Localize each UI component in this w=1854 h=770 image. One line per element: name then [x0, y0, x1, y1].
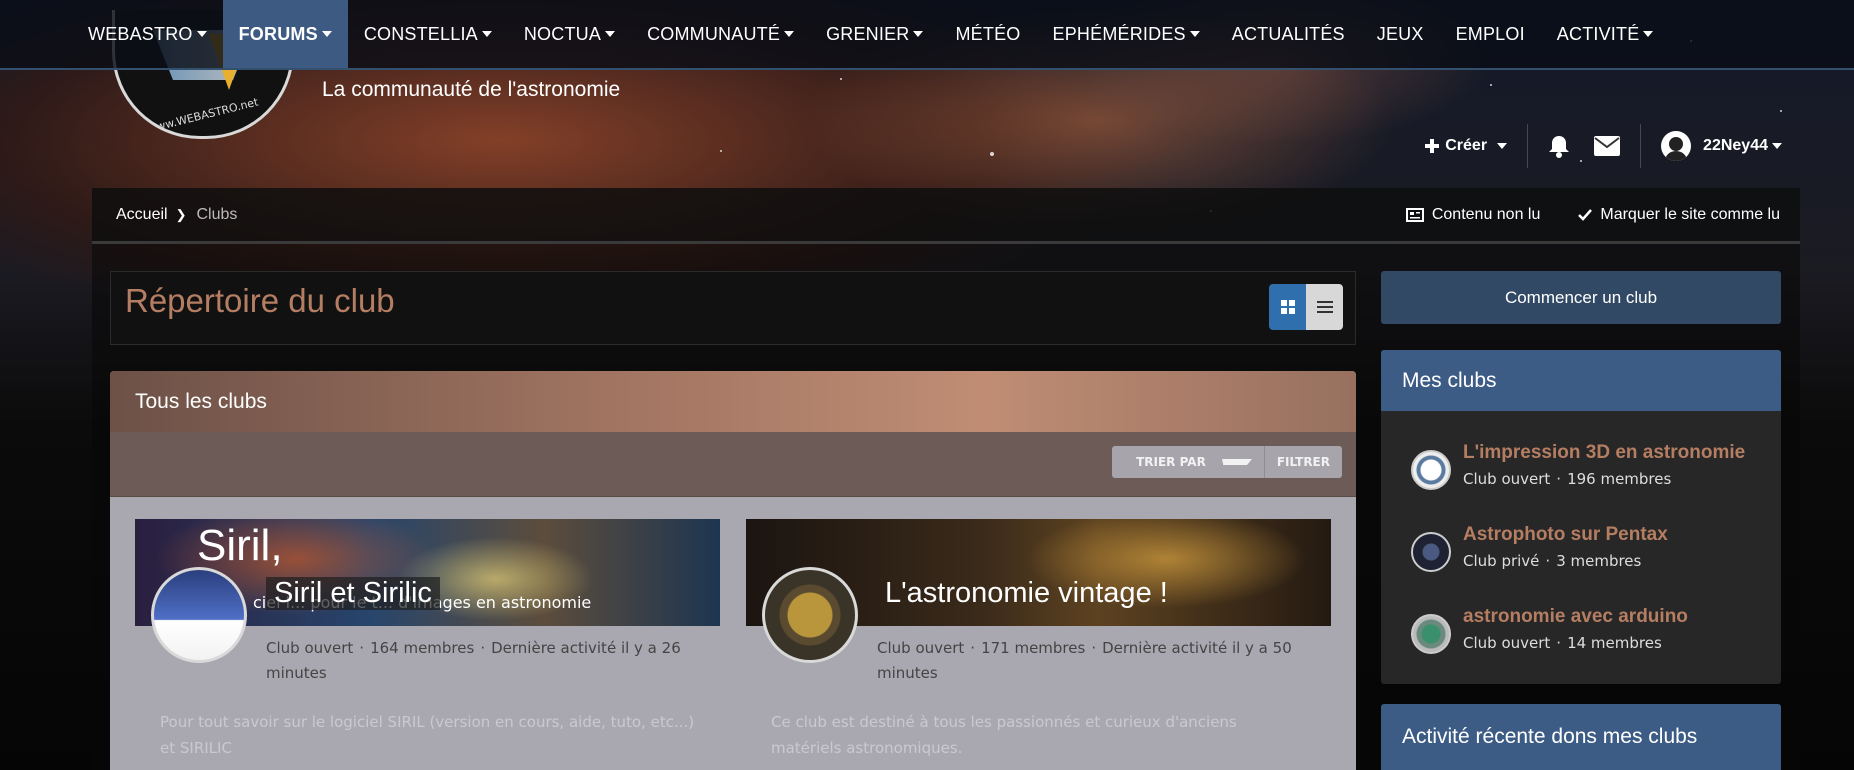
- page-header: Répertoire du club: [110, 271, 1356, 345]
- my-club-item[interactable]: L'impression 3D en astronomie Club ouver…: [1411, 442, 1771, 498]
- club-name-link[interactable]: Astrophoto sur Pentax: [1463, 524, 1668, 546]
- clubs-panel-title: Tous les clubs: [110, 371, 1356, 432]
- divider: [1527, 124, 1529, 168]
- club-avatar[interactable]: [151, 567, 247, 663]
- site-tagline: La communauté de l'astronomie: [322, 78, 621, 101]
- nav-item-jeux[interactable]: JEUX: [1361, 0, 1440, 68]
- caret-down-icon: [913, 31, 924, 37]
- caret-down-icon: [1497, 143, 1508, 149]
- breadcrumb-actions: Contenu non lu Marquer le site comme lu: [1405, 206, 1800, 224]
- club-description: Pour tout savoir sur le logiciel SIRIL (…: [160, 713, 695, 757]
- club-meta: Club ouvert · 196 membres: [1463, 470, 1672, 488]
- list-icon: [1316, 301, 1333, 313]
- club-thumbnail: [1411, 532, 1451, 572]
- mark-site-read-link[interactable]: Marquer le site comme lu: [1578, 206, 1780, 224]
- breadcrumb-home[interactable]: Accueil: [116, 206, 168, 224]
- club-meta: Club ouvert · 171 membres · Dernière activit…: [877, 639, 1292, 682]
- my-club-item[interactable]: Astrophoto sur Pentax Club privé · 3 membr…: [1411, 524, 1771, 580]
- club-card[interactable]: Siril, ciel l... pour le t... d'images e…: [135, 519, 720, 770]
- caret-down-icon: [196, 31, 207, 37]
- nav-item-constellia[interactable]: CONSTELLIA: [348, 0, 508, 68]
- my-clubs-widget: Mes clubs L'impression 3D en astronomie …: [1381, 350, 1781, 684]
- nav-item-emploi[interactable]: EMPLOI: [1440, 0, 1541, 68]
- user-menu[interactable]: 22Ney44: [1661, 131, 1782, 161]
- nav-item-forums[interactable]: FORUMS: [222, 0, 348, 68]
- my-clubs-title: Mes clubs: [1381, 350, 1781, 411]
- envelope-icon[interactable]: [1594, 136, 1621, 156]
- start-club-button[interactable]: Commencer un club: [1381, 271, 1781, 324]
- unread-content-link[interactable]: Contenu non lu: [1405, 206, 1540, 224]
- all-clubs-panel: Tous les clubs TRIER PAR FILTRER Siril, …: [110, 371, 1356, 770]
- user-avatar: [1661, 131, 1692, 161]
- my-club-item[interactable]: astronomie avec arduino Club ouvert · 14 m…: [1411, 606, 1771, 662]
- breadcrumb-current: Clubs: [196, 205, 238, 223]
- recent-activity-title: Activité récente dons mes clubs: [1381, 704, 1781, 770]
- club-name-link[interactable]: astronomie avec arduino: [1463, 606, 1688, 628]
- club-description: Ce club est destiné à tous les passionné…: [771, 713, 1237, 757]
- user-bar: Créer 22Ney44: [1425, 122, 1782, 170]
- divider: [1640, 124, 1642, 168]
- caret-down-icon: [605, 31, 616, 37]
- club-avatar[interactable]: [762, 567, 858, 663]
- sort-filter-group: TRIER PAR FILTRER: [1112, 446, 1342, 478]
- caret-down-icon: [1189, 31, 1200, 37]
- caret-down-icon: [481, 31, 492, 37]
- caret-down-icon: [784, 31, 795, 37]
- list-view-button[interactable]: [1306, 284, 1343, 330]
- grid-icon: [1280, 300, 1295, 314]
- nav-item-meteo[interactable]: MÉTÉO: [939, 0, 1036, 68]
- grid-view-button[interactable]: [1269, 284, 1306, 330]
- chevron-right-icon: ❯: [175, 206, 187, 222]
- check-icon: [1578, 208, 1593, 221]
- plus-icon: [1425, 139, 1440, 153]
- nav-item-grenier[interactable]: GRENIER: [810, 0, 939, 68]
- nav-item-noctua[interactable]: NOCTUA: [508, 0, 631, 68]
- caret-down-icon: [1772, 143, 1782, 149]
- caret-down-icon: [1643, 31, 1654, 37]
- caret-down-icon: [321, 31, 332, 37]
- banner-text: Siril,: [197, 521, 283, 570]
- club-title[interactable]: Siril et Sirilic: [266, 577, 440, 610]
- nav-item-webastro[interactable]: WEBASTRO: [72, 0, 223, 68]
- create-button[interactable]: Créer: [1425, 137, 1508, 155]
- club-meta: Club ouvert · 14 membres: [1463, 634, 1662, 652]
- sort-button[interactable]: TRIER PAR: [1112, 446, 1264, 478]
- club-meta: Club ouvert · 164 membres · Dernière activit…: [266, 639, 681, 682]
- club-thumbnail: [1411, 614, 1451, 654]
- top-navigation: WEBASTRO FORUMS CONSTELLIA NOCTUA COMMUN…: [0, 0, 1854, 70]
- newspaper-icon: [1405, 207, 1424, 222]
- caret-down-icon: [1221, 459, 1252, 465]
- nav-item-ephemerides[interactable]: EPHÉMÉRIDES: [1037, 0, 1216, 68]
- nav-item-activite[interactable]: ACTIVITÉ: [1541, 0, 1670, 68]
- clubs-toolbar: TRIER PAR FILTRER: [110, 432, 1356, 497]
- filter-button[interactable]: FILTRER: [1263, 446, 1342, 478]
- nav-item-communaute[interactable]: COMMUNAUTÉ: [631, 0, 810, 68]
- club-meta: Club privé · 3 membres: [1463, 552, 1642, 570]
- club-name-link[interactable]: L'impression 3D en astronomie: [1463, 442, 1745, 464]
- breadcrumb: Accueil ❯ Clubs Contenu non lu Marquer l…: [92, 188, 1800, 244]
- bell-icon[interactable]: [1548, 134, 1570, 158]
- club-title[interactable]: L'astronomie vintage !: [877, 577, 1176, 610]
- club-thumbnail: [1411, 450, 1451, 490]
- view-toggle: [1269, 284, 1343, 330]
- club-card[interactable]: L'astronomie vintage ! Club ouvert · 171 m…: [746, 519, 1331, 770]
- page-title: Répertoire du club: [125, 282, 395, 319]
- nav-item-actualites[interactable]: ACTUALITÉS: [1216, 0, 1361, 68]
